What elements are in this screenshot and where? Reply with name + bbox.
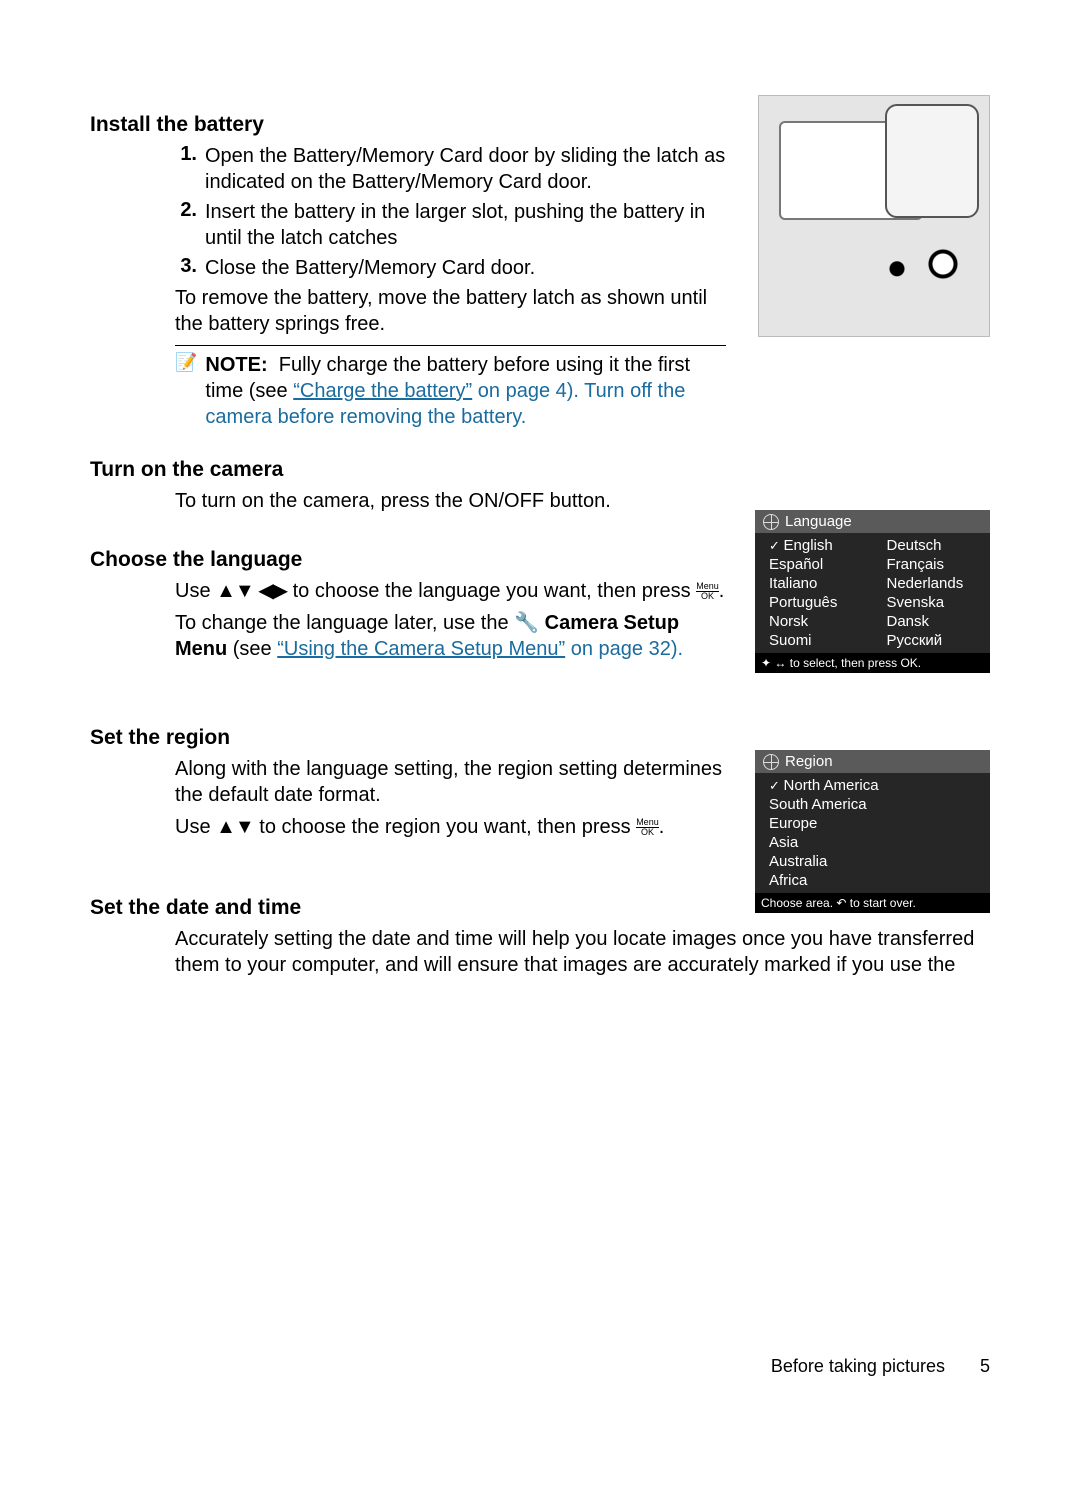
note-label: NOTE: — [205, 354, 267, 376]
menu-title: Region — [785, 753, 833, 770]
language-change-later: To change the language later, use the 🔧 … — [175, 610, 726, 662]
heading-language: Choose the language — [90, 548, 726, 572]
lang-item: Nederlands — [883, 574, 991, 593]
region-intro: Along with the language setting, the reg… — [175, 756, 726, 808]
text: to choose the language you want, then pr… — [287, 580, 696, 602]
lang-item: Deutsch — [883, 536, 991, 555]
on-off-button-label: ON/OFF — [469, 490, 545, 512]
lang-item: Norsk — [765, 612, 873, 631]
text: (see — [227, 638, 277, 660]
step-number: 2. — [175, 199, 197, 251]
lang-item: Français — [883, 555, 991, 574]
language-menu-screenshot: Language English Español Italiano Portug… — [755, 510, 990, 673]
text: to choose the region you want, then pres… — [254, 816, 636, 838]
lang-item: Italiano — [765, 574, 873, 593]
lang-item: Suomi — [765, 631, 873, 650]
text: Use — [175, 580, 216, 602]
link-camera-setup-menu[interactable]: “Using the Camera Setup Menu” — [277, 638, 565, 660]
heading-turn-on: Turn on the camera — [90, 458, 990, 482]
footer-chapter: Before taking pictures — [771, 1356, 945, 1376]
menu-ok-icon: MenuOK — [636, 818, 659, 837]
install-steps-list: 1.Open the Battery/Memory Card door by s… — [175, 143, 726, 281]
lang-item: Русский — [883, 631, 991, 650]
region-item: Asia — [765, 833, 990, 852]
region-item: Australia — [765, 852, 990, 871]
arrow-icons: ▲▼ ◀▶ — [216, 580, 287, 602]
step-number: 1. — [175, 143, 197, 195]
text: button. — [544, 490, 611, 512]
text: To change the language later, use the — [175, 612, 514, 634]
step-text: Close the Battery/Memory Card door. — [205, 255, 726, 281]
lang-item-selected: English — [765, 536, 873, 555]
region-use-arrows: Use ▲▼ to choose the region you want, th… — [175, 814, 726, 840]
lang-item: Dansk — [883, 612, 991, 631]
region-item: Africa — [765, 871, 990, 890]
region-menu-screenshot: Region North America South America Europ… — [755, 750, 990, 913]
text: To turn on the camera, press the — [175, 490, 469, 512]
remove-battery-text: To remove the battery, move the battery … — [175, 285, 726, 337]
lang-item: Español — [765, 555, 873, 574]
back-icon: ↶ — [836, 896, 846, 910]
heading-region: Set the region — [90, 726, 726, 750]
menu-footer-a: Choose area. — [761, 896, 833, 910]
page-footer: Before taking pictures 5 — [0, 1356, 1080, 1377]
globe-icon — [763, 514, 779, 530]
menu-footer-b: to start over. — [850, 896, 916, 910]
region-item: South America — [765, 795, 990, 814]
step-text: Insert the battery in the larger slot, p… — [205, 199, 726, 251]
battery-illustration — [758, 95, 990, 337]
heading-install: Install the battery — [90, 113, 726, 137]
link-charge-battery[interactable]: “Charge the battery” — [293, 380, 472, 402]
step-text: Open the Battery/Memory Card door by sli… — [205, 143, 726, 195]
note-icon: 📝 — [175, 352, 197, 430]
wrench-icon: 🔧 — [514, 612, 539, 634]
region-item: Europe — [765, 814, 990, 833]
lang-item: Svenska — [883, 593, 991, 612]
datetime-intro: Accurately setting the date and time wil… — [175, 926, 990, 978]
text: on page 32). — [565, 638, 683, 660]
arrow-icons: ▲▼ — [216, 816, 254, 838]
note-box: 📝 NOTE: Fully charge the battery before … — [175, 345, 726, 430]
region-item-selected: North America — [765, 776, 990, 795]
menu-ok-icon: MenuOK — [696, 582, 719, 601]
globe-icon — [763, 754, 779, 770]
text: Use — [175, 816, 216, 838]
menu-title: Language — [785, 513, 852, 530]
menu-footer: to select, then press OK. — [790, 656, 921, 670]
nav-icons: ✦ ↔ — [761, 656, 786, 670]
language-use-arrows: Use ▲▼ ◀▶ to choose the language you wan… — [175, 578, 726, 604]
footer-page-number: 5 — [980, 1356, 990, 1376]
lang-item: Português — [765, 593, 873, 612]
step-number: 3. — [175, 255, 197, 281]
